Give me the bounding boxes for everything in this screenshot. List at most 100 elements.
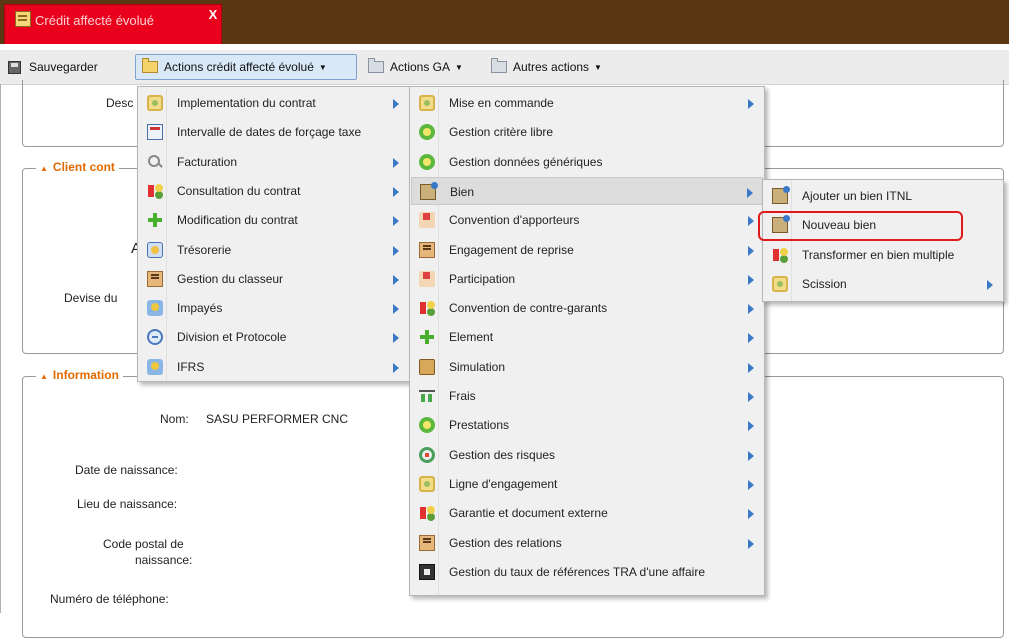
menu-item-simulation[interactable]: Simulation	[411, 353, 763, 381]
menu-item-label: Element	[449, 330, 494, 345]
submenu-arrow-icon	[748, 450, 754, 461]
menu-item-convention-d-apporteurs[interactable]: Convention d'apporteurs	[411, 206, 763, 234]
menu-item-implementation-du-contrat[interactable]: Implementation du contrat	[139, 89, 408, 117]
tab-credit-affecte-evolue[interactable]: Crédit affecté évolué X	[4, 4, 222, 44]
plus-icon	[147, 212, 163, 228]
telephone-label: Numéro de téléphone:	[50, 592, 169, 606]
menu-item-modification-du-contrat[interactable]: Modification du contrat	[139, 206, 408, 234]
information-legend-label: Information	[52, 368, 119, 382]
binder-icon	[419, 534, 435, 551]
submenu-arrow-icon	[393, 274, 399, 285]
menu-item-gestion-donnees-generiques[interactable]: Gestion données génériques	[411, 148, 763, 176]
menu-item-label: Gestion du taux de références TRA d'une …	[449, 564, 706, 579]
gear-icon	[419, 95, 435, 111]
menu-item-consultation-du-contrat[interactable]: Consultation du contrat	[139, 177, 408, 205]
menu-item-gestion-des-risques[interactable]: Gestion des risques	[411, 441, 763, 469]
plus-icon	[419, 329, 435, 345]
lieu-naissance-label: Lieu de naissance:	[77, 497, 178, 511]
description-label: Desc	[106, 96, 134, 110]
division-icon	[147, 329, 163, 346]
submenu-arrow-icon	[748, 333, 754, 344]
menu-item-label: Simulation	[449, 359, 506, 374]
rate-icon	[419, 563, 435, 580]
code-postal-label-line1: Code postal de	[103, 537, 184, 551]
actions-ga-button[interactable]: Actions GA ▼	[362, 54, 482, 80]
green-circle-icon	[419, 417, 435, 434]
simulation-icon	[419, 358, 435, 375]
submenu-arrow-icon	[748, 509, 754, 520]
menu-item-ifrs[interactable]: IFRS	[139, 353, 408, 381]
contract-icon	[419, 505, 435, 521]
client-legend[interactable]: ▲ Client cont	[36, 160, 119, 174]
menu-item-garantie-et-document-externe[interactable]: Garantie et document externe	[411, 499, 763, 527]
calendar-icon	[147, 124, 163, 141]
nom-label: Nom:	[160, 412, 189, 426]
tab-bar: Crédit affecté évolué X	[0, 0, 1009, 44]
client-legend-label: Client cont	[52, 160, 115, 174]
menu-item-ajouter-un-bien-itnl[interactable]: Ajouter un bien ITNL	[764, 182, 1002, 210]
nom-value: SASU PERFORMER CNC	[206, 412, 349, 426]
menu-item-gestion-critere-libre[interactable]: Gestion critère libre	[411, 118, 763, 146]
menu-item-label: Bien	[450, 184, 475, 199]
menu-item-label: Impayés	[177, 301, 223, 316]
green-circle-icon	[419, 153, 435, 170]
menu-item-label: Gestion du classeur	[177, 271, 284, 286]
contract-icon	[772, 247, 788, 263]
close-tab-button[interactable]: X	[205, 7, 221, 23]
menu-item-mise-en-commande[interactable]: Mise en commande	[411, 89, 763, 117]
menu-item-frais[interactable]: Frais	[411, 382, 763, 410]
submenu-arrow-icon	[393, 99, 399, 109]
collapse-icon: ▲	[40, 372, 48, 381]
menu-item-label: Mise en commande	[449, 96, 554, 110]
risk-icon	[419, 446, 435, 463]
autres-actions-button[interactable]: Autres actions ▼	[485, 54, 625, 80]
menu-item-gestion-des-relations[interactable]: Gestion des relations	[411, 529, 763, 557]
actions-credit-affecte-evolue-button[interactable]: Actions crédit affecté évolué ▼	[135, 54, 357, 80]
date-naissance-label: Date de naissance:	[75, 463, 178, 477]
menu-item-division-et-protocole[interactable]: Division et Protocole	[139, 323, 408, 351]
menu-item-label: Prestations	[449, 418, 510, 433]
menu-item-participation[interactable]: Participation	[411, 265, 763, 293]
submenu-arrow-icon	[748, 392, 754, 402]
autres-actions-label: Autres actions	[513, 60, 590, 74]
menu-item-label: Trésorerie	[177, 242, 232, 257]
submenu-arrow-icon	[748, 274, 754, 285]
ifrs-icon	[147, 358, 163, 375]
menu-item-gestion-du-taux-de-references-tra-d-une-affaire[interactable]: Gestion du taux de références TRA d'une …	[411, 558, 763, 586]
menu-item-convention-de-contre-garants[interactable]: Convention de contre-garants	[411, 294, 763, 322]
menu-item-engagement-de-reprise[interactable]: Engagement de reprise	[411, 236, 763, 264]
menu-item-bien[interactable]: Bien	[411, 176, 763, 205]
binder-icon	[147, 270, 163, 287]
submenu-arrow-icon	[393, 304, 399, 315]
gear-icon	[772, 275, 788, 292]
menu-item-impayes[interactable]: Impayés	[139, 294, 408, 322]
menu-item-label: Frais	[449, 389, 476, 403]
folder-icon	[368, 58, 384, 73]
submenu-arrow-icon	[393, 157, 399, 168]
actions-ga-label: Actions GA	[390, 60, 451, 74]
save-button[interactable]: Sauvegarder	[2, 54, 126, 80]
menu-item-label: Gestion des relations	[449, 535, 562, 550]
chevron-down-icon: ▼	[455, 62, 463, 72]
document-icon	[15, 11, 31, 27]
unpaid-icon	[147, 300, 163, 317]
information-legend[interactable]: ▲ Information	[36, 368, 123, 382]
contract-icon	[147, 183, 163, 199]
menu-item-prestations[interactable]: Prestations	[411, 411, 763, 439]
menu-item-facturation[interactable]: Facturation	[139, 148, 408, 176]
menu-item-element[interactable]: Element	[411, 323, 763, 351]
menu-item-tresorerie[interactable]: Trésorerie	[139, 236, 408, 264]
gear-icon	[419, 475, 435, 492]
menu-item-label: Engagement de reprise	[449, 242, 574, 257]
actions-credit-label: Actions crédit affecté évolué	[164, 60, 314, 74]
menu-item-label: IFRS	[177, 359, 205, 374]
submenu-arrow-icon	[393, 186, 399, 197]
menu-item-label: Scission	[802, 276, 847, 291]
chevron-down-icon: ▼	[318, 62, 327, 72]
save-icon	[8, 60, 21, 74]
menu-item-transformer-en-bien-multiple[interactable]: Transformer en bien multiple	[764, 241, 1002, 269]
menu-item-scission[interactable]: Scission	[764, 270, 1002, 298]
menu-item-gestion-du-classeur[interactable]: Gestion du classeur	[139, 265, 408, 293]
menu-item-intervalle-de-dates-de-forcage-taxe[interactable]: Intervalle de dates de forçage taxe	[139, 118, 408, 146]
menu-item-ligne-d-engagement[interactable]: Ligne d'engagement	[411, 470, 763, 498]
